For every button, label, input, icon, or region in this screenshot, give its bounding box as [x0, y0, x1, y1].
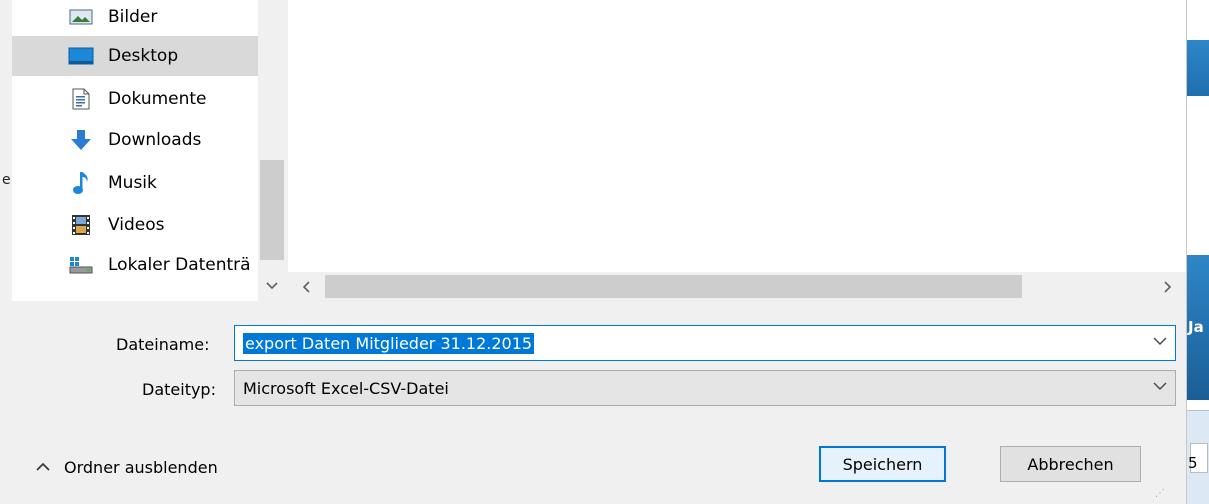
filetype-select[interactable]: Microsoft Excel-CSV-Datei — [234, 370, 1176, 406]
filename-value: export Daten Mitglieder 31.12.2015 — [243, 332, 535, 354]
scrollbar-thumb[interactable] — [260, 160, 284, 260]
hide-folders-label: Ordner ausblenden — [64, 458, 218, 477]
filetype-label: Dateityp: — [142, 380, 216, 399]
nav-item-desktop[interactable]: Desktop — [12, 36, 258, 76]
nav-item-label: Dokumente — [108, 89, 207, 109]
background-heading-fragment: Ja — [1188, 318, 1204, 336]
nav-item-label: Downloads — [108, 130, 202, 150]
horizontal-scrollbar[interactable] — [288, 272, 1186, 301]
scroll-right-icon[interactable] — [1154, 272, 1182, 301]
file-list[interactable] — [288, 0, 1186, 272]
nav-item-label: Desktop — [108, 46, 179, 66]
background-window-right-edge: Ja 5 — [1186, 0, 1209, 504]
nav-item-musik[interactable]: Musik — [12, 163, 258, 203]
scrollbar-thumb[interactable] — [325, 275, 1022, 298]
local-drive-icon — [68, 253, 94, 277]
nav-item-label: Musik — [108, 173, 157, 193]
background-window-left-edge: e — [0, 0, 12, 504]
film-icon — [68, 213, 94, 237]
chevron-down-icon[interactable] — [1153, 334, 1167, 350]
scroll-left-icon[interactable] — [292, 272, 320, 301]
edge-fragment: e — [2, 172, 11, 188]
nav-item-label: Lokaler Datenträ — [108, 255, 251, 275]
resize-grip-icon[interactable]: ⋰ — [1155, 488, 1165, 499]
cancel-button[interactable]: Abbrechen — [1000, 446, 1141, 482]
pictures-icon — [68, 5, 94, 29]
background-cell-fragment: 5 — [1188, 454, 1198, 472]
chevron-up-icon — [36, 460, 54, 475]
nav-item-downloads[interactable]: Downloads — [12, 120, 258, 160]
nav-item-bilder[interactable]: Bilder — [12, 0, 258, 37]
navigation-pane[interactable]: Bilder Desktop Dokumente Downloads Musik… — [12, 0, 286, 301]
hide-folders-toggle[interactable]: Ordner ausblenden — [36, 458, 218, 477]
documents-icon — [68, 87, 94, 111]
nav-item-label: Videos — [108, 215, 165, 235]
nav-item-label: Bilder — [108, 7, 158, 27]
scroll-down-icon[interactable] — [258, 272, 286, 300]
navigation-scrollbar[interactable] — [258, 0, 286, 301]
background-header-bar — [1187, 40, 1209, 96]
download-arrow-icon — [68, 128, 94, 152]
filename-label: Dateiname: — [116, 335, 210, 354]
save-button[interactable]: Speichern — [819, 446, 946, 482]
filetype-value: Microsoft Excel-CSV-Datei — [243, 378, 449, 398]
nav-item-lokaler-datentraeger[interactable]: Lokaler Datenträ — [12, 245, 258, 285]
music-note-icon — [68, 171, 94, 195]
desktop-icon — [68, 44, 94, 68]
nav-item-dokumente[interactable]: Dokumente — [12, 79, 258, 119]
chevron-down-icon[interactable] — [1153, 379, 1167, 395]
nav-item-videos[interactable]: Videos — [12, 205, 258, 245]
filename-input[interactable]: export Daten Mitglieder 31.12.2015 — [234, 325, 1176, 361]
